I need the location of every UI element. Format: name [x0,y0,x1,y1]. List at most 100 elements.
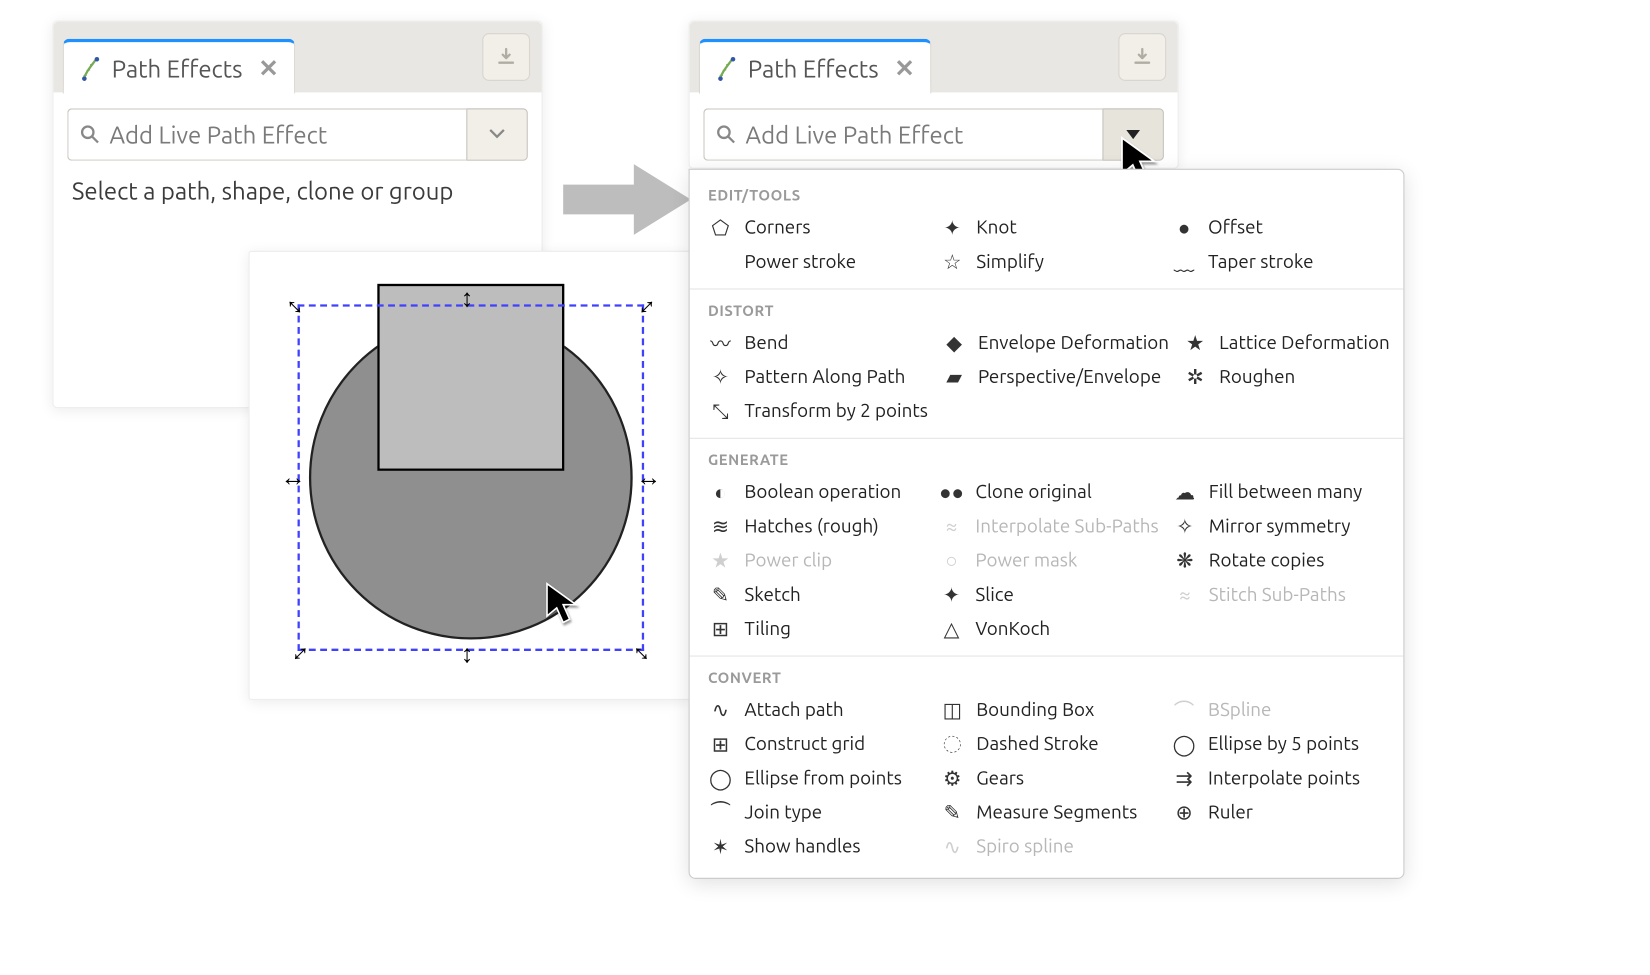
dropdown-section-header: GENERATE [690,443,1404,475]
simplify-icon: ☆ [940,250,965,275]
lattice-deformation-icon: ★ [1183,331,1208,356]
stitch-sub-paths-icon: ≈ [1172,583,1197,608]
taper-stroke-icon: ﹏ [1172,250,1197,275]
search-dropdown-button[interactable] [1102,108,1164,160]
lpe-item-pattern-along-path[interactable]: ✧ Pattern Along Path [701,360,935,394]
close-icon[interactable]: ✕ [252,54,279,83]
lpe-item-corners[interactable]: ⬠Corners [701,211,933,245]
lpe-item-label: BSpline [1208,700,1271,721]
lpe-item-gears[interactable]: ⚙Gears [933,762,1165,796]
lpe-item-label: Sketch [744,585,800,606]
lpe-item-boolean-operation[interactable]: ◐ Boolean operation [701,475,932,509]
search-dropdown-button[interactable] [466,108,528,160]
lpe-item-label: Lattice Deformation [1219,333,1390,354]
lpe-item-offset[interactable]: ●Offset [1165,211,1397,245]
attach-path-icon: ∿ [708,698,733,723]
lpe-item-fill-between-many[interactable]: ☁Fill between many [1165,475,1396,509]
lpe-item-label: Attach path [744,700,843,721]
lpe-item-interpolate-sub-paths: ≈Interpolate Sub-Paths [932,510,1165,544]
lpe-item-tiling[interactable]: ⊞ Tiling [701,612,932,646]
search-placeholder: Add Live Path Effect [109,121,327,148]
tab-path-effects[interactable]: Path Effects ✕ [699,39,932,94]
lpe-item-power-clip: ★Power clip [701,544,932,578]
lpe-item-attach-path[interactable]: ∿ Attach path [701,693,933,727]
lpe-item-label: Boolean operation [744,482,901,503]
lpe-item-join-type[interactable]: ⏜Join type [701,796,933,830]
arrow-right-icon [559,160,696,240]
tab-bar: Path Effects ✕ [54,22,542,93]
search-input[interactable]: Add Live Path Effect [67,108,466,160]
lpe-item-taper-stroke[interactable]: ﹏Taper stroke [1165,245,1397,279]
lpe-item-label: Pattern Along Path [744,367,905,388]
ellipse-by-5-points-icon: ◯ [1172,732,1197,757]
scale-handle-w[interactable]: ↔ [280,463,305,493]
lpe-item-bend[interactable]: 〰Bend [701,326,935,360]
lpe-item-mirror-symmetry[interactable]: ✧Mirror symmetry [1165,510,1396,544]
lpe-item-bspline: ⌒ BSpline [1165,693,1397,727]
lpe-item-show-handles[interactable]: ✶Show handles [701,830,933,864]
tab-bar: Path Effects ✕ [690,22,1178,93]
tiling-icon: ⊞ [708,617,733,642]
lpe-item-label: Transform by 2 points [744,401,927,422]
lpe-item-ellipse-by-5-points[interactable]: ◯ Ellipse by 5 points [1165,727,1397,761]
lpe-item-sketch[interactable]: ✎Sketch [701,578,932,612]
dock-button[interactable] [482,33,530,81]
search-input[interactable]: Add Live Path Effect [703,108,1102,160]
lpe-item-lattice-deformation[interactable]: ★ Lattice Deformation [1176,326,1397,360]
tab-path-effects[interactable]: Path Effects ✕ [63,39,296,94]
lpe-item-clone-original[interactable]: ●●Clone original [932,475,1165,509]
lpe-item-label: Ellipse from points [744,768,902,789]
lpe-item-dashed-stroke[interactable]: ◌Dashed Stroke [933,727,1165,761]
search-placeholder: Add Live Path Effect [746,121,964,148]
bspline-icon: ⌒ [1172,698,1197,723]
scale-handle-e[interactable]: ↔ [636,463,661,493]
lpe-item-rotate-copies[interactable]: ❋Rotate copies [1165,544,1396,578]
lpe-item-simplify[interactable]: ☆Simplify [933,245,1165,279]
lpe-item-label: VonKoch [975,619,1050,640]
lpe-item-roughen[interactable]: ✲Roughen [1176,360,1397,394]
close-icon[interactable]: ✕ [888,54,915,83]
lpe-item-label: Dashed Stroke [976,734,1098,755]
lpe-item-construct-grid[interactable]: ⊞Construct grid [701,727,933,761]
lpe-item-label: Ruler [1208,803,1253,824]
chevron-down-icon [1124,128,1142,142]
power-mask-icon: ○ [939,548,964,573]
hatches-rough--icon: ≋ [708,514,733,539]
lpe-item-measure-segments[interactable]: ✎Measure Segments [933,796,1165,830]
dock-down-icon [1131,46,1154,69]
lpe-item-label: Show handles [744,837,860,858]
path-effects-icon [716,54,739,81]
mirror-symmetry-icon: ✧ [1172,514,1197,539]
scale-handle-n[interactable]: ↔ [456,287,486,312]
lpe-dropdown-menu: EDIT/TOOLS⬠Corners✦Knot●Offset Power str… [689,169,1405,879]
lpe-item-knot[interactable]: ✦Knot [933,211,1165,245]
dock-button[interactable] [1118,33,1166,81]
lpe-item-label: Envelope Deformation [978,333,1169,354]
lpe-item-envelope-deformation[interactable]: ◆Envelope Deformation [935,326,1176,360]
lpe-item-bounding-box[interactable]: ◫Bounding Box [933,693,1165,727]
lpe-item-label: Interpolate points [1208,768,1360,789]
lpe-item-slice[interactable]: ✦Slice [932,578,1165,612]
lpe-item-transform-by-2-points[interactable]: ⤡Transform by 2 points [701,394,935,428]
lpe-item-vonkoch[interactable]: △ VonKoch [932,612,1165,646]
pattern-along-path-icon: ✧ [708,365,733,390]
boolean-operation-icon: ◐ [708,480,733,505]
scale-handle-s[interactable]: ↔ [456,643,486,668]
measure-segments-icon: ✎ [940,800,965,825]
interpolate-sub-paths-icon: ≈ [939,514,964,539]
lpe-item-ruler[interactable]: ⊕Ruler [1165,796,1397,830]
lpe-item-label: Power mask [975,551,1077,572]
vonkoch-icon: △ [939,617,964,642]
lpe-item-label: Stitch Sub-Paths [1209,585,1346,606]
lpe-item-label: Fill between many [1209,482,1362,503]
lpe-item-interpolate-points[interactable]: ⇉Interpolate points [1165,762,1397,796]
lpe-item-label: Power clip [744,551,832,572]
dock-down-icon [495,46,518,69]
lpe-item-hatches-rough-[interactable]: ≋Hatches (rough) [701,510,932,544]
rotate-copies-icon: ❋ [1172,548,1197,573]
lpe-item-ellipse-from-points[interactable]: ◯Ellipse from points [701,762,933,796]
lpe-item-perspective-envelope[interactable]: ▰Perspective/Envelope [935,360,1176,394]
lpe-item-power-stroke[interactable]: Power stroke [701,245,933,279]
lpe-item-label: Ellipse by 5 points [1208,734,1359,755]
lpe-item-label: Tiling [744,619,791,640]
